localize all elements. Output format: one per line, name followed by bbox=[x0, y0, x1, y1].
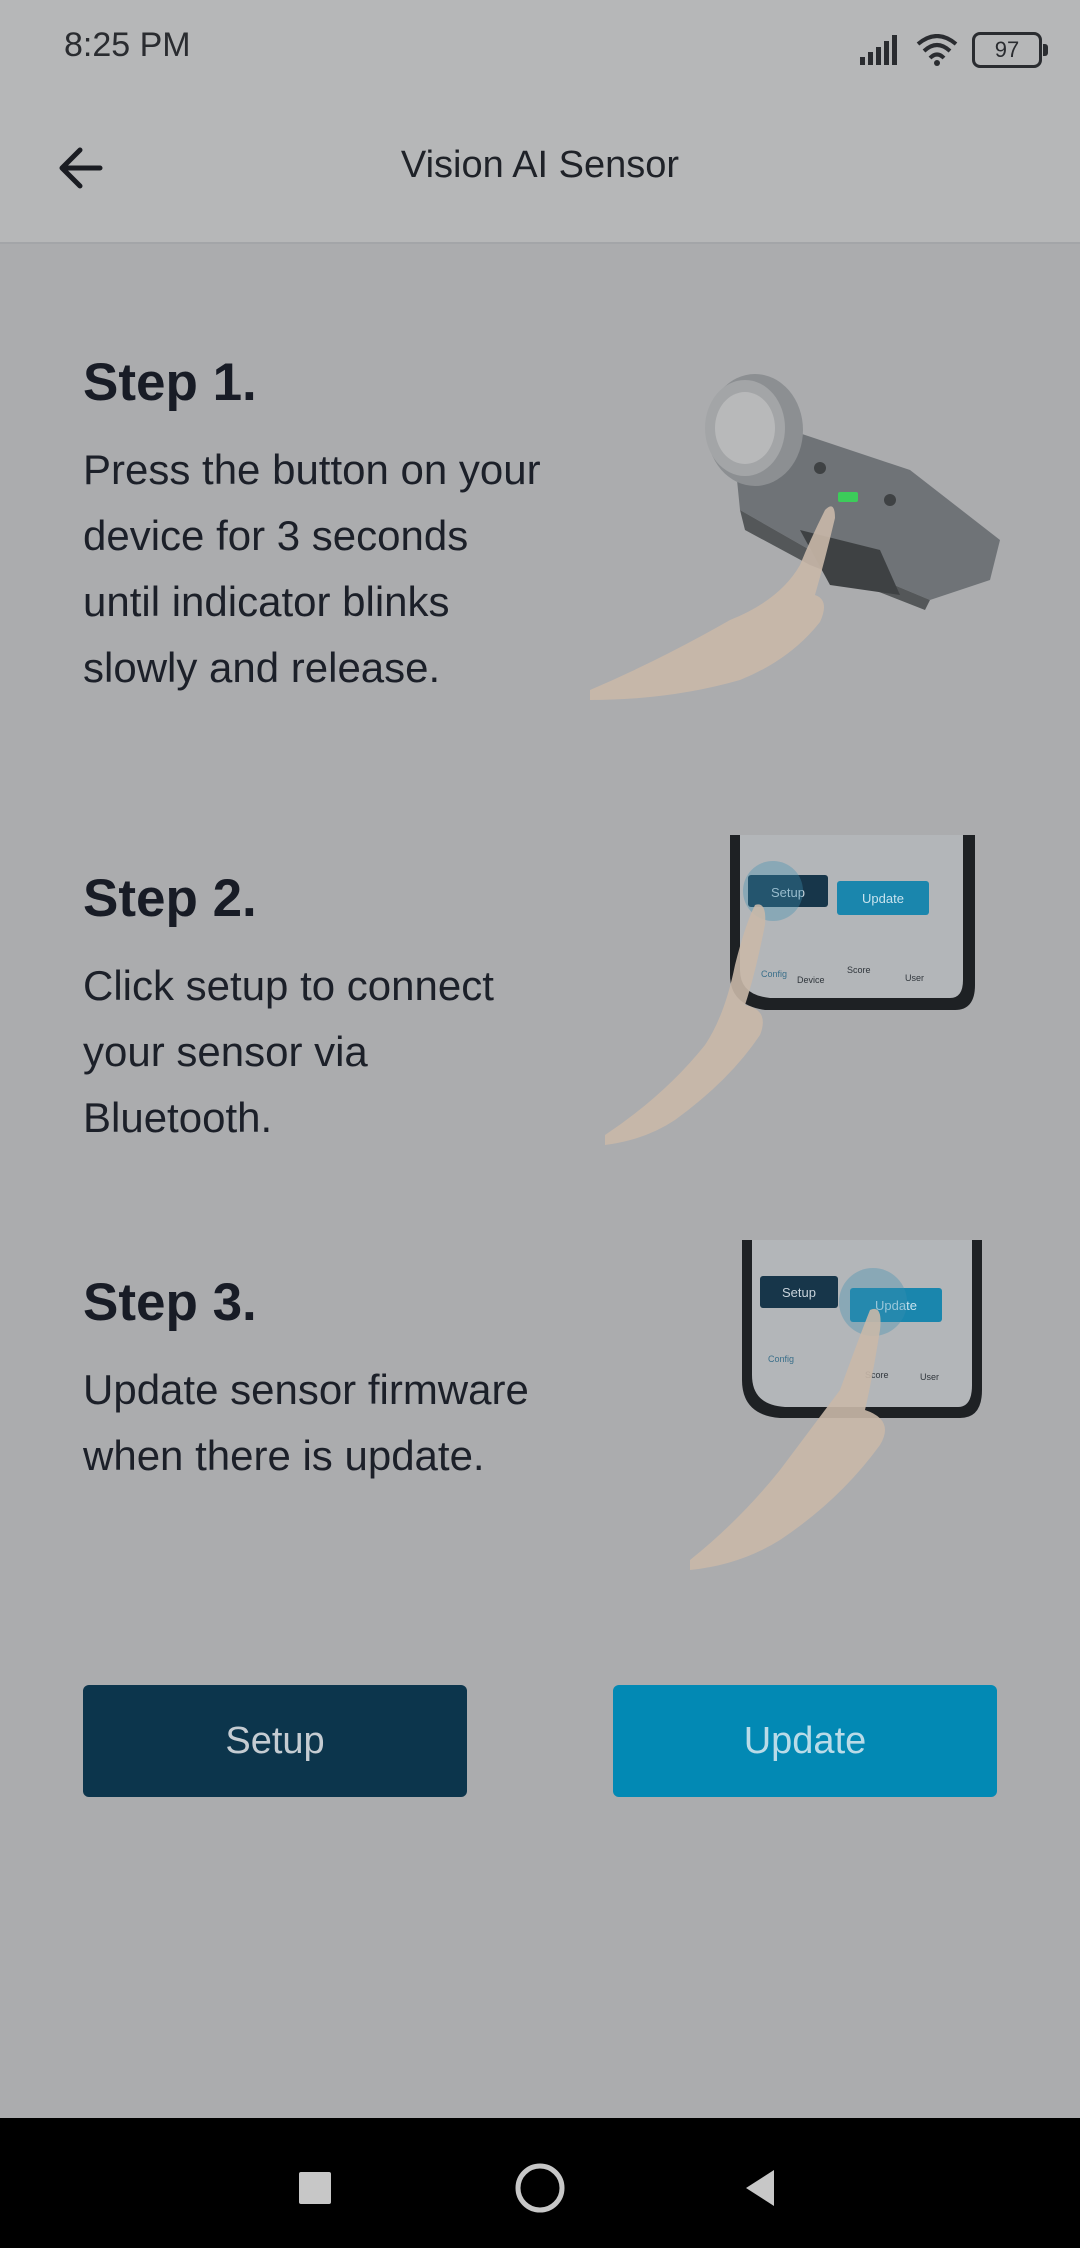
phone-tab-score: Score bbox=[847, 965, 871, 975]
circle-home-icon[interactable] bbox=[510, 2158, 570, 2218]
phone-setup-illustration: Setup Update Config Device Score User bbox=[605, 835, 975, 1145]
wifi-icon bbox=[916, 34, 958, 66]
step-1-description: Press the button on your device for 3 se… bbox=[83, 446, 541, 691]
step-3: Step 3. Update sensor firmware when ther… bbox=[83, 1272, 553, 1489]
phone-update-illustration: Setup Update Config Score User bbox=[690, 1240, 982, 1570]
step-3-description: Update sensor firmware when there is upd… bbox=[83, 1366, 529, 1479]
battery-icon: 97 bbox=[972, 32, 1048, 68]
step-1-title: Step 1. bbox=[83, 353, 257, 412]
step-2-description: Click setup to connect your sensor via B… bbox=[83, 962, 494, 1141]
square-recents-icon[interactable] bbox=[285, 2158, 345, 2218]
phone-tab-config-2: Config bbox=[768, 1354, 794, 1364]
step-1: Step 1. Press the button on your device … bbox=[83, 352, 553, 701]
step-2: Step 2. Click setup to connect your sens… bbox=[83, 868, 553, 1151]
sensor-device-illustration bbox=[590, 374, 1000, 700]
step-3-title: Step 3. bbox=[83, 1273, 257, 1332]
app-bar: Vision AI Sensor bbox=[0, 96, 1080, 244]
phone-update-label: Update bbox=[862, 891, 904, 906]
status-time: 8:25 PM bbox=[64, 26, 191, 64]
phone-tab-config: Config bbox=[761, 969, 787, 979]
triangle-back-icon[interactable] bbox=[730, 2158, 790, 2218]
setup-button[interactable]: Setup bbox=[83, 1685, 467, 1797]
phone-tab-device: Device bbox=[797, 975, 825, 985]
phone-tab-user: User bbox=[905, 973, 924, 983]
phone-tab-user-2: User bbox=[920, 1372, 939, 1382]
system-nav-bar bbox=[0, 2118, 1080, 2248]
status-bar: 8:25 PM 97 bbox=[0, 0, 1080, 96]
signal-icon bbox=[860, 35, 897, 65]
update-button[interactable]: Update bbox=[613, 1685, 997, 1797]
page-title: Vision AI Sensor bbox=[400, 144, 680, 186]
status-icons: 97 bbox=[860, 30, 1048, 70]
step-2-title: Step 2. bbox=[83, 869, 257, 928]
phone-setup-label-2: Setup bbox=[782, 1285, 816, 1300]
